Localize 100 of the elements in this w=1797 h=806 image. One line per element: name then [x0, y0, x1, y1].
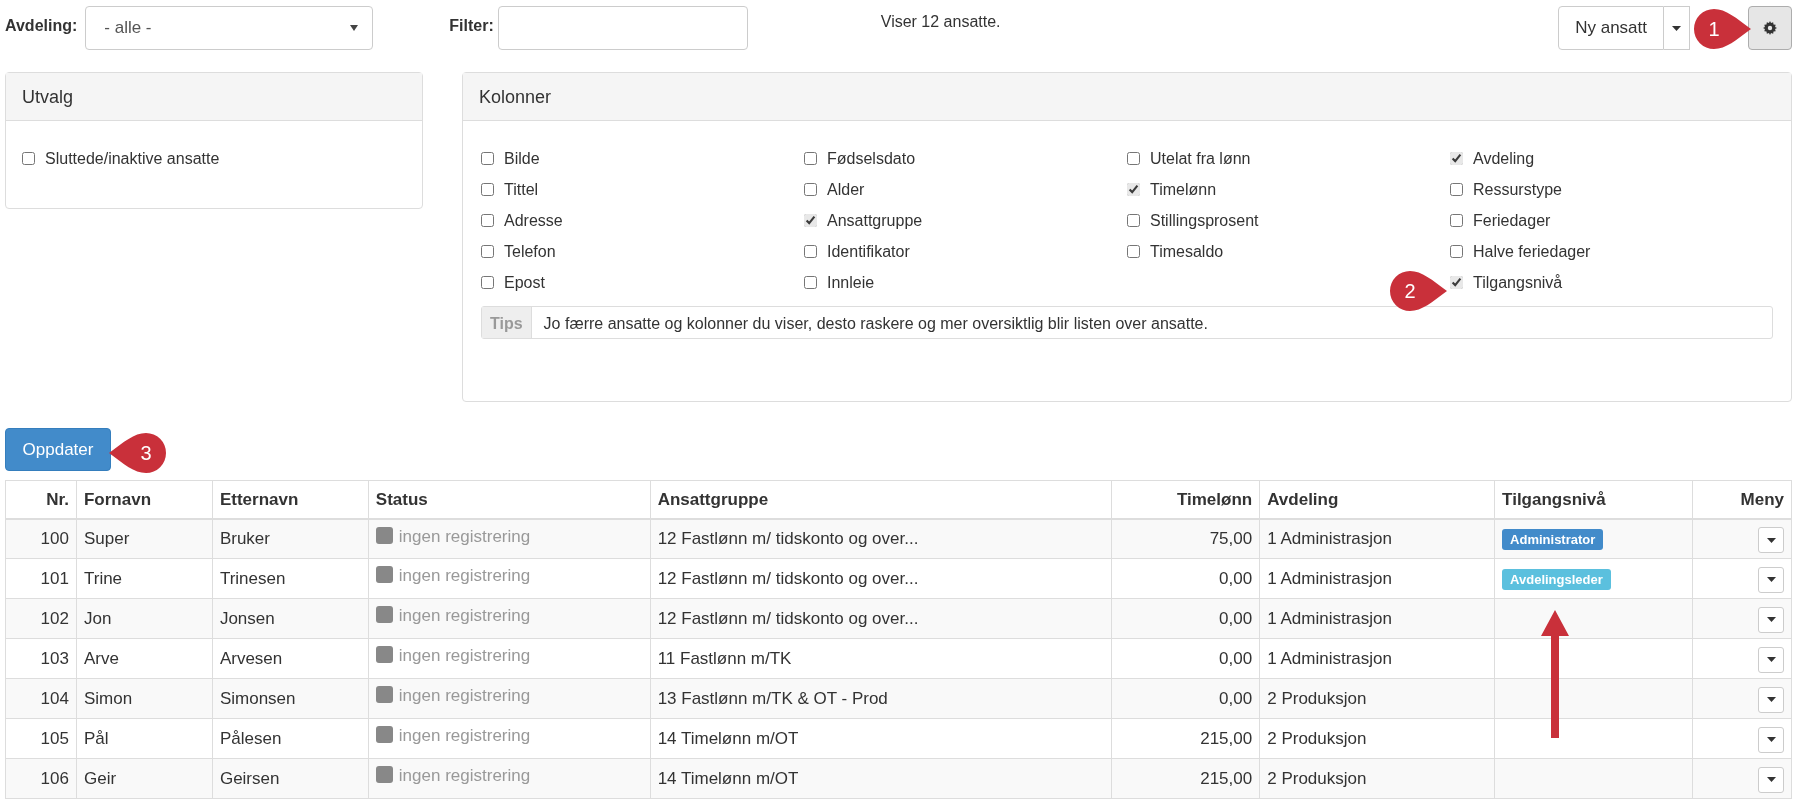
- access-level-tag: Avdelingsleder: [1502, 568, 1611, 590]
- row-menu-button[interactable]: [1758, 686, 1784, 713]
- table-cell: Pålesen: [212, 718, 369, 759]
- checkbox-label[interactable]: Timelønn: [1150, 177, 1217, 202]
- checkbox-label[interactable]: Epost: [504, 270, 545, 295]
- checkbox[interactable]: [1450, 214, 1463, 227]
- checkbox-label[interactable]: Sluttede/inaktive ansatte: [45, 146, 220, 171]
- checkbox-label[interactable]: Telefon: [504, 239, 556, 264]
- checkbox[interactable]: [481, 245, 494, 258]
- checkbox[interactable]: [481, 276, 494, 289]
- table-cell: Simonsen: [212, 678, 369, 719]
- table-cell: 104: [5, 678, 77, 719]
- table-cell: Simon: [76, 678, 213, 719]
- caret-icon: [1766, 657, 1776, 663]
- table-cell: 13 Fastlønn m/TK & OT - Prod: [650, 678, 1112, 719]
- tips-text: Jo færre ansatte og kolonner du viser, desto raskere og mer oversiktlig blir listen over ansatte.: [542, 314, 1209, 334]
- dropdown-button[interactable]: [1664, 6, 1690, 50]
- column-header: Ansattgruppe: [650, 480, 1112, 519]
- status-icon: [375, 766, 393, 783]
- checkbox[interactable]: [804, 214, 817, 227]
- checkbox[interactable]: [481, 152, 494, 165]
- checkbox-label[interactable]: Feriedager: [1473, 208, 1551, 233]
- tips-label: Tips: [482, 307, 532, 338]
- checkbox-label[interactable]: Avdeling: [1473, 146, 1535, 171]
- table-cell: 12 Fastlønn m/ tidskonto og over...: [650, 558, 1112, 599]
- table-cell: 103: [5, 638, 77, 679]
- checkbox[interactable]: [1450, 245, 1463, 258]
- checkbox[interactable]: [1127, 152, 1140, 165]
- checkbox-label[interactable]: Tilgangsnivå: [1473, 270, 1563, 295]
- update-button[interactable]: Oppdater: [5, 428, 111, 471]
- status-text: ingen registrering: [398, 566, 531, 585]
- table-cell: Trinesen: [212, 558, 369, 599]
- checkbox[interactable]: [1127, 245, 1140, 258]
- table-cell: 105: [5, 718, 77, 759]
- field-label: Avdeling:: [5, 16, 78, 36]
- row-menu-button[interactable]: [1758, 766, 1784, 793]
- checkbox[interactable]: [804, 245, 817, 258]
- table-cell: Pål: [76, 718, 213, 759]
- filter-field[interactable]: [497, 6, 748, 50]
- table-cell: Super: [76, 518, 213, 559]
- caret-icon: [1766, 577, 1776, 583]
- field-label: Filter:: [449, 16, 494, 36]
- table-cell: 0,00: [1111, 558, 1260, 599]
- checkbox-label[interactable]: Fødselsdato: [827, 146, 916, 171]
- result-count: Viser 12 ansatte.: [880, 12, 1001, 32]
- checkbox-label[interactable]: Identifikator: [827, 239, 910, 264]
- column-header: Avdeling: [1259, 480, 1495, 519]
- status-icon: [375, 726, 393, 743]
- checkbox-label[interactable]: Alder: [827, 177, 865, 202]
- caret-icon: [350, 25, 359, 31]
- checkbox-label[interactable]: Halve feriedager: [1473, 239, 1591, 264]
- table-cell: Geirsen: [212, 758, 369, 799]
- checkbox[interactable]: [481, 214, 494, 227]
- row-menu-button[interactable]: [1758, 566, 1784, 593]
- checkbox-label[interactable]: Tittel: [504, 177, 539, 202]
- checkbox-label[interactable]: Adresse: [504, 208, 563, 233]
- status-icon: [375, 566, 393, 583]
- table-cell: 0,00: [1111, 598, 1260, 639]
- checkbox[interactable]: [1127, 214, 1140, 227]
- status-text: ingen registrering: [398, 726, 531, 745]
- table-cell: Arvesen: [212, 638, 369, 679]
- checkbox-label[interactable]: Bilde: [504, 146, 540, 171]
- checkbox[interactable]: [1450, 183, 1463, 196]
- row-menu-button[interactable]: [1758, 646, 1784, 673]
- checkbox-label[interactable]: Utelat fra lønn: [1150, 146, 1251, 171]
- table-cell: 11 Fastlønn m/TK: [650, 638, 1112, 679]
- checkbox[interactable]: [804, 183, 817, 196]
- department-select[interactable]: - alle -: [85, 6, 374, 50]
- checkbox[interactable]: [1450, 152, 1463, 165]
- settings-button[interactable]: [1748, 6, 1792, 50]
- settings-icon: [1763, 21, 1777, 35]
- checkbox-label[interactable]: Innleie: [827, 270, 875, 295]
- row-menu-button[interactable]: [1758, 606, 1784, 633]
- table-cell: Jon: [76, 598, 213, 639]
- checkbox[interactable]: [1127, 183, 1140, 196]
- column-header: Tilgangsnivå: [1494, 480, 1693, 519]
- checkbox-label[interactable]: Timesaldo: [1150, 239, 1224, 264]
- caret-icon: [1766, 777, 1776, 783]
- checkbox[interactable]: [481, 183, 494, 196]
- checkbox-label[interactable]: Stillingsprosent: [1150, 208, 1259, 233]
- new-employee-button[interactable]: Ny ansatt: [1558, 6, 1664, 50]
- checkbox-label[interactable]: Ressurstype: [1473, 177, 1562, 202]
- table-cell: 2 Produksjon: [1259, 678, 1495, 719]
- table-cell: 1 Administrasjon: [1259, 638, 1495, 679]
- row-menu-button[interactable]: [1758, 726, 1784, 753]
- checkbox[interactable]: [1450, 276, 1463, 289]
- table-cell: 0,00: [1111, 638, 1260, 679]
- checkbox[interactable]: [804, 152, 817, 165]
- checkbox[interactable]: [804, 276, 817, 289]
- table-cell: 100: [5, 518, 77, 559]
- access-level-tag: Administrator: [1502, 529, 1604, 550]
- status-text: ingen registrering: [398, 606, 531, 625]
- panel-title: Kolonner: [463, 73, 1791, 121]
- checkbox-label[interactable]: Ansattgruppe: [827, 208, 923, 233]
- row-menu-button[interactable]: [1758, 527, 1784, 553]
- table-cell: 14 Timelønn m/OT: [650, 718, 1112, 759]
- caret-icon: [1766, 697, 1776, 703]
- checkbox[interactable]: [22, 152, 35, 165]
- table-cell: Trine: [76, 558, 213, 599]
- status-text: ingen registrering: [398, 766, 531, 785]
